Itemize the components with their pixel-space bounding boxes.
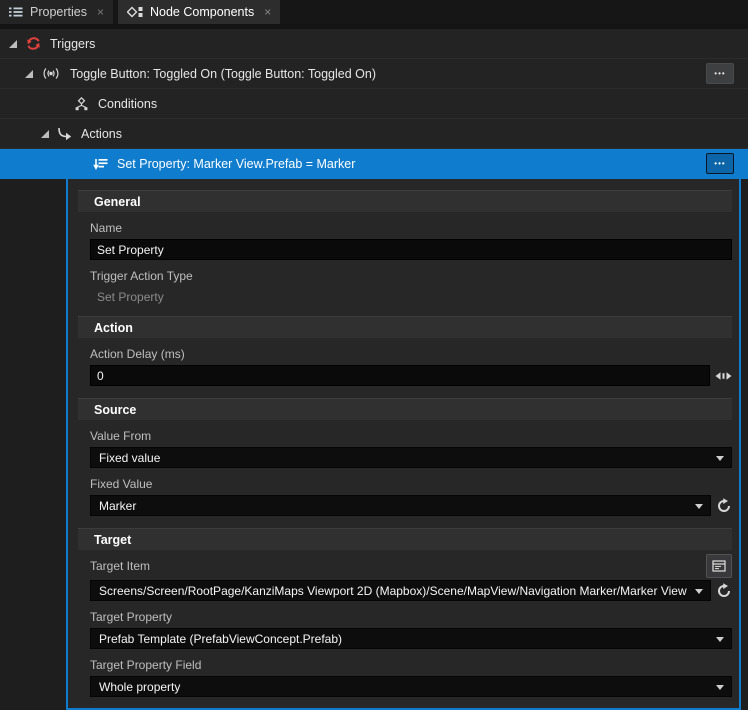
more-options-button[interactable]: ••• bbox=[706, 63, 734, 84]
toggle-signal-icon bbox=[41, 67, 61, 80]
trigger-action-type-label: Trigger Action Type bbox=[90, 269, 734, 283]
close-tab-icon[interactable]: × bbox=[264, 6, 271, 18]
target-property-dropdown[interactable]: Prefab Template (PrefabViewConcept.Prefa… bbox=[90, 628, 732, 649]
more-options-button[interactable]: ••• bbox=[706, 153, 734, 174]
fixed-value-dropdown[interactable]: Marker bbox=[90, 495, 711, 516]
action-delay-input[interactable] bbox=[90, 365, 710, 386]
target-item-dropdown[interactable]: Screens/Screen/RootPage/KanziMaps Viewpo… bbox=[90, 580, 711, 601]
target-property-value: Prefab Template (PrefabViewConcept.Prefa… bbox=[99, 632, 711, 646]
target-property-label: Target Property bbox=[90, 610, 734, 624]
properties-list-icon bbox=[9, 6, 23, 18]
target-item-value: Screens/Screen/RootPage/KanziMaps Viewpo… bbox=[99, 584, 690, 598]
conditions-branch-icon bbox=[74, 97, 89, 111]
tab-properties[interactable]: Properties × bbox=[0, 0, 113, 24]
name-input[interactable] bbox=[90, 239, 732, 260]
trigger-action-type-value: Set Property bbox=[97, 290, 734, 304]
tab-label: Properties bbox=[30, 5, 87, 19]
expand-triangle-icon[interactable] bbox=[40, 129, 50, 139]
value-from-value: Fixed value bbox=[99, 451, 711, 465]
fixed-value-value: Marker bbox=[99, 499, 690, 513]
tree-label-actions: Actions bbox=[81, 127, 122, 141]
actions-arrow-icon bbox=[57, 127, 72, 140]
tree-row-set-property-action[interactable]: Set Property: Marker View.Prefab = Marke… bbox=[0, 149, 748, 179]
section-header-target: Target bbox=[78, 528, 732, 550]
tree-row-conditions[interactable]: Conditions bbox=[0, 89, 748, 119]
target-property-field-dropdown[interactable]: Whole property bbox=[90, 676, 732, 697]
section-header-general: General bbox=[78, 190, 732, 212]
drag-value-handle-icon[interactable] bbox=[715, 371, 732, 381]
reset-value-icon[interactable] bbox=[716, 498, 732, 514]
tab-label: Node Components bbox=[150, 5, 254, 19]
triggers-loop-icon bbox=[26, 37, 41, 50]
editor-window-icon bbox=[712, 560, 726, 572]
expand-triangle-icon[interactable] bbox=[24, 69, 34, 79]
expand-triangle-icon[interactable] bbox=[8, 39, 18, 49]
tab-node-components[interactable]: Node Components × bbox=[118, 0, 280, 24]
open-target-editor-button[interactable] bbox=[706, 554, 732, 578]
chevron-down-icon bbox=[716, 456, 724, 461]
fixed-value-label: Fixed Value bbox=[90, 477, 734, 491]
chevron-down-icon bbox=[695, 504, 703, 509]
tree-label-triggers: Triggers bbox=[50, 37, 95, 51]
target-property-field-value: Whole property bbox=[99, 680, 711, 694]
set-property-icon bbox=[92, 158, 108, 171]
action-detail-panel: General Name Trigger Action Type Set Pro… bbox=[66, 179, 741, 710]
target-property-field-label: Target Property Field bbox=[90, 658, 734, 672]
chevron-down-icon bbox=[716, 637, 724, 642]
chevron-down-icon bbox=[716, 685, 724, 690]
reset-value-icon[interactable] bbox=[716, 583, 732, 599]
section-header-source: Source bbox=[78, 398, 732, 420]
close-tab-icon[interactable]: × bbox=[97, 6, 104, 18]
value-from-dropdown[interactable]: Fixed value bbox=[90, 447, 732, 468]
tree-label-conditions: Conditions bbox=[98, 97, 157, 111]
tree-label-toggle-trigger: Toggle Button: Toggled On (Toggle Button… bbox=[70, 67, 376, 81]
value-from-label: Value From bbox=[90, 429, 734, 443]
tree-row-actions[interactable]: Actions bbox=[0, 119, 748, 149]
tree-row-triggers[interactable]: Triggers bbox=[0, 29, 748, 59]
section-header-action: Action bbox=[78, 316, 732, 338]
target-item-label: Target Item bbox=[90, 559, 706, 573]
tree-label-set-property-action: Set Property: Marker View.Prefab = Marke… bbox=[117, 157, 355, 171]
tab-bar: Properties × Node Components × bbox=[0, 0, 748, 24]
chevron-down-icon bbox=[695, 589, 703, 594]
tree-row-toggle-trigger[interactable]: Toggle Button: Toggled On (Toggle Button… bbox=[0, 59, 748, 89]
name-label: Name bbox=[90, 221, 734, 235]
node-components-icon bbox=[127, 6, 143, 18]
action-delay-label: Action Delay (ms) bbox=[90, 347, 734, 361]
